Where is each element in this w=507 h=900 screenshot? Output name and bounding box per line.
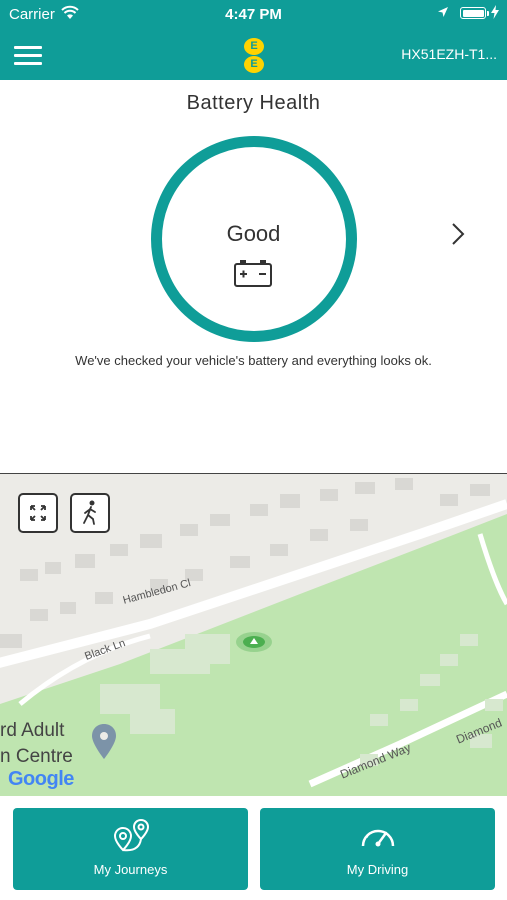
- tab-my-driving[interactable]: My Driving: [260, 808, 495, 890]
- logo-letter: E: [244, 38, 264, 55]
- google-letters: Google: [8, 768, 74, 790]
- menu-line-icon: [14, 46, 42, 49]
- map-poi-label: rd Adult: [0, 720, 65, 741]
- walking-person-icon: [83, 500, 96, 525]
- battery-status-icon: [460, 7, 486, 19]
- app-header: Carrier 4:47 PM E E HX51EZH-T1...: [0, 0, 507, 80]
- battery-message: We've checked your vehicle's battery and…: [75, 353, 432, 368]
- clock: 4:47 PM: [225, 6, 282, 23]
- location-arrow-icon: [438, 7, 448, 17]
- fullscreen-map-button[interactable]: [18, 493, 58, 533]
- tab-my-journeys[interactable]: My Journeys: [13, 808, 248, 890]
- charging-bolt-icon: [491, 5, 499, 19]
- menu-line-icon: [14, 54, 42, 57]
- bottom-tab-bar: My Journeys My Driving: [0, 796, 507, 900]
- tab-label: My Driving: [346, 862, 409, 877]
- google-attribution: Google: [8, 768, 74, 791]
- battery-status-text: Good: [226, 221, 281, 246]
- battery-tip: [487, 11, 489, 16]
- car-battery-icon: [234, 260, 272, 287]
- logo-letter: E: [244, 56, 264, 73]
- page-title: Battery Health: [186, 92, 321, 114]
- hamburger-menu-button[interactable]: [14, 43, 42, 67]
- status-bar: Carrier 4:47 PM: [0, 0, 507, 28]
- map-poi-label: n Centre: [0, 746, 73, 767]
- ee-logo: E E: [243, 37, 265, 75]
- find-car-walk-button[interactable]: [70, 493, 110, 533]
- next-chevron-icon[interactable]: [450, 221, 466, 247]
- journeys-icon: [113, 818, 149, 852]
- expand-icon: [30, 505, 46, 521]
- menu-line-icon: [14, 62, 42, 65]
- map-view[interactable]: Hambledon Cl Black Ln Diamond Way Diamon…: [0, 473, 507, 797]
- vehicle-selector[interactable]: HX51EZH-T1...: [401, 46, 497, 62]
- tab-label: My Journeys: [93, 862, 168, 877]
- speedometer-icon: [361, 829, 394, 847]
